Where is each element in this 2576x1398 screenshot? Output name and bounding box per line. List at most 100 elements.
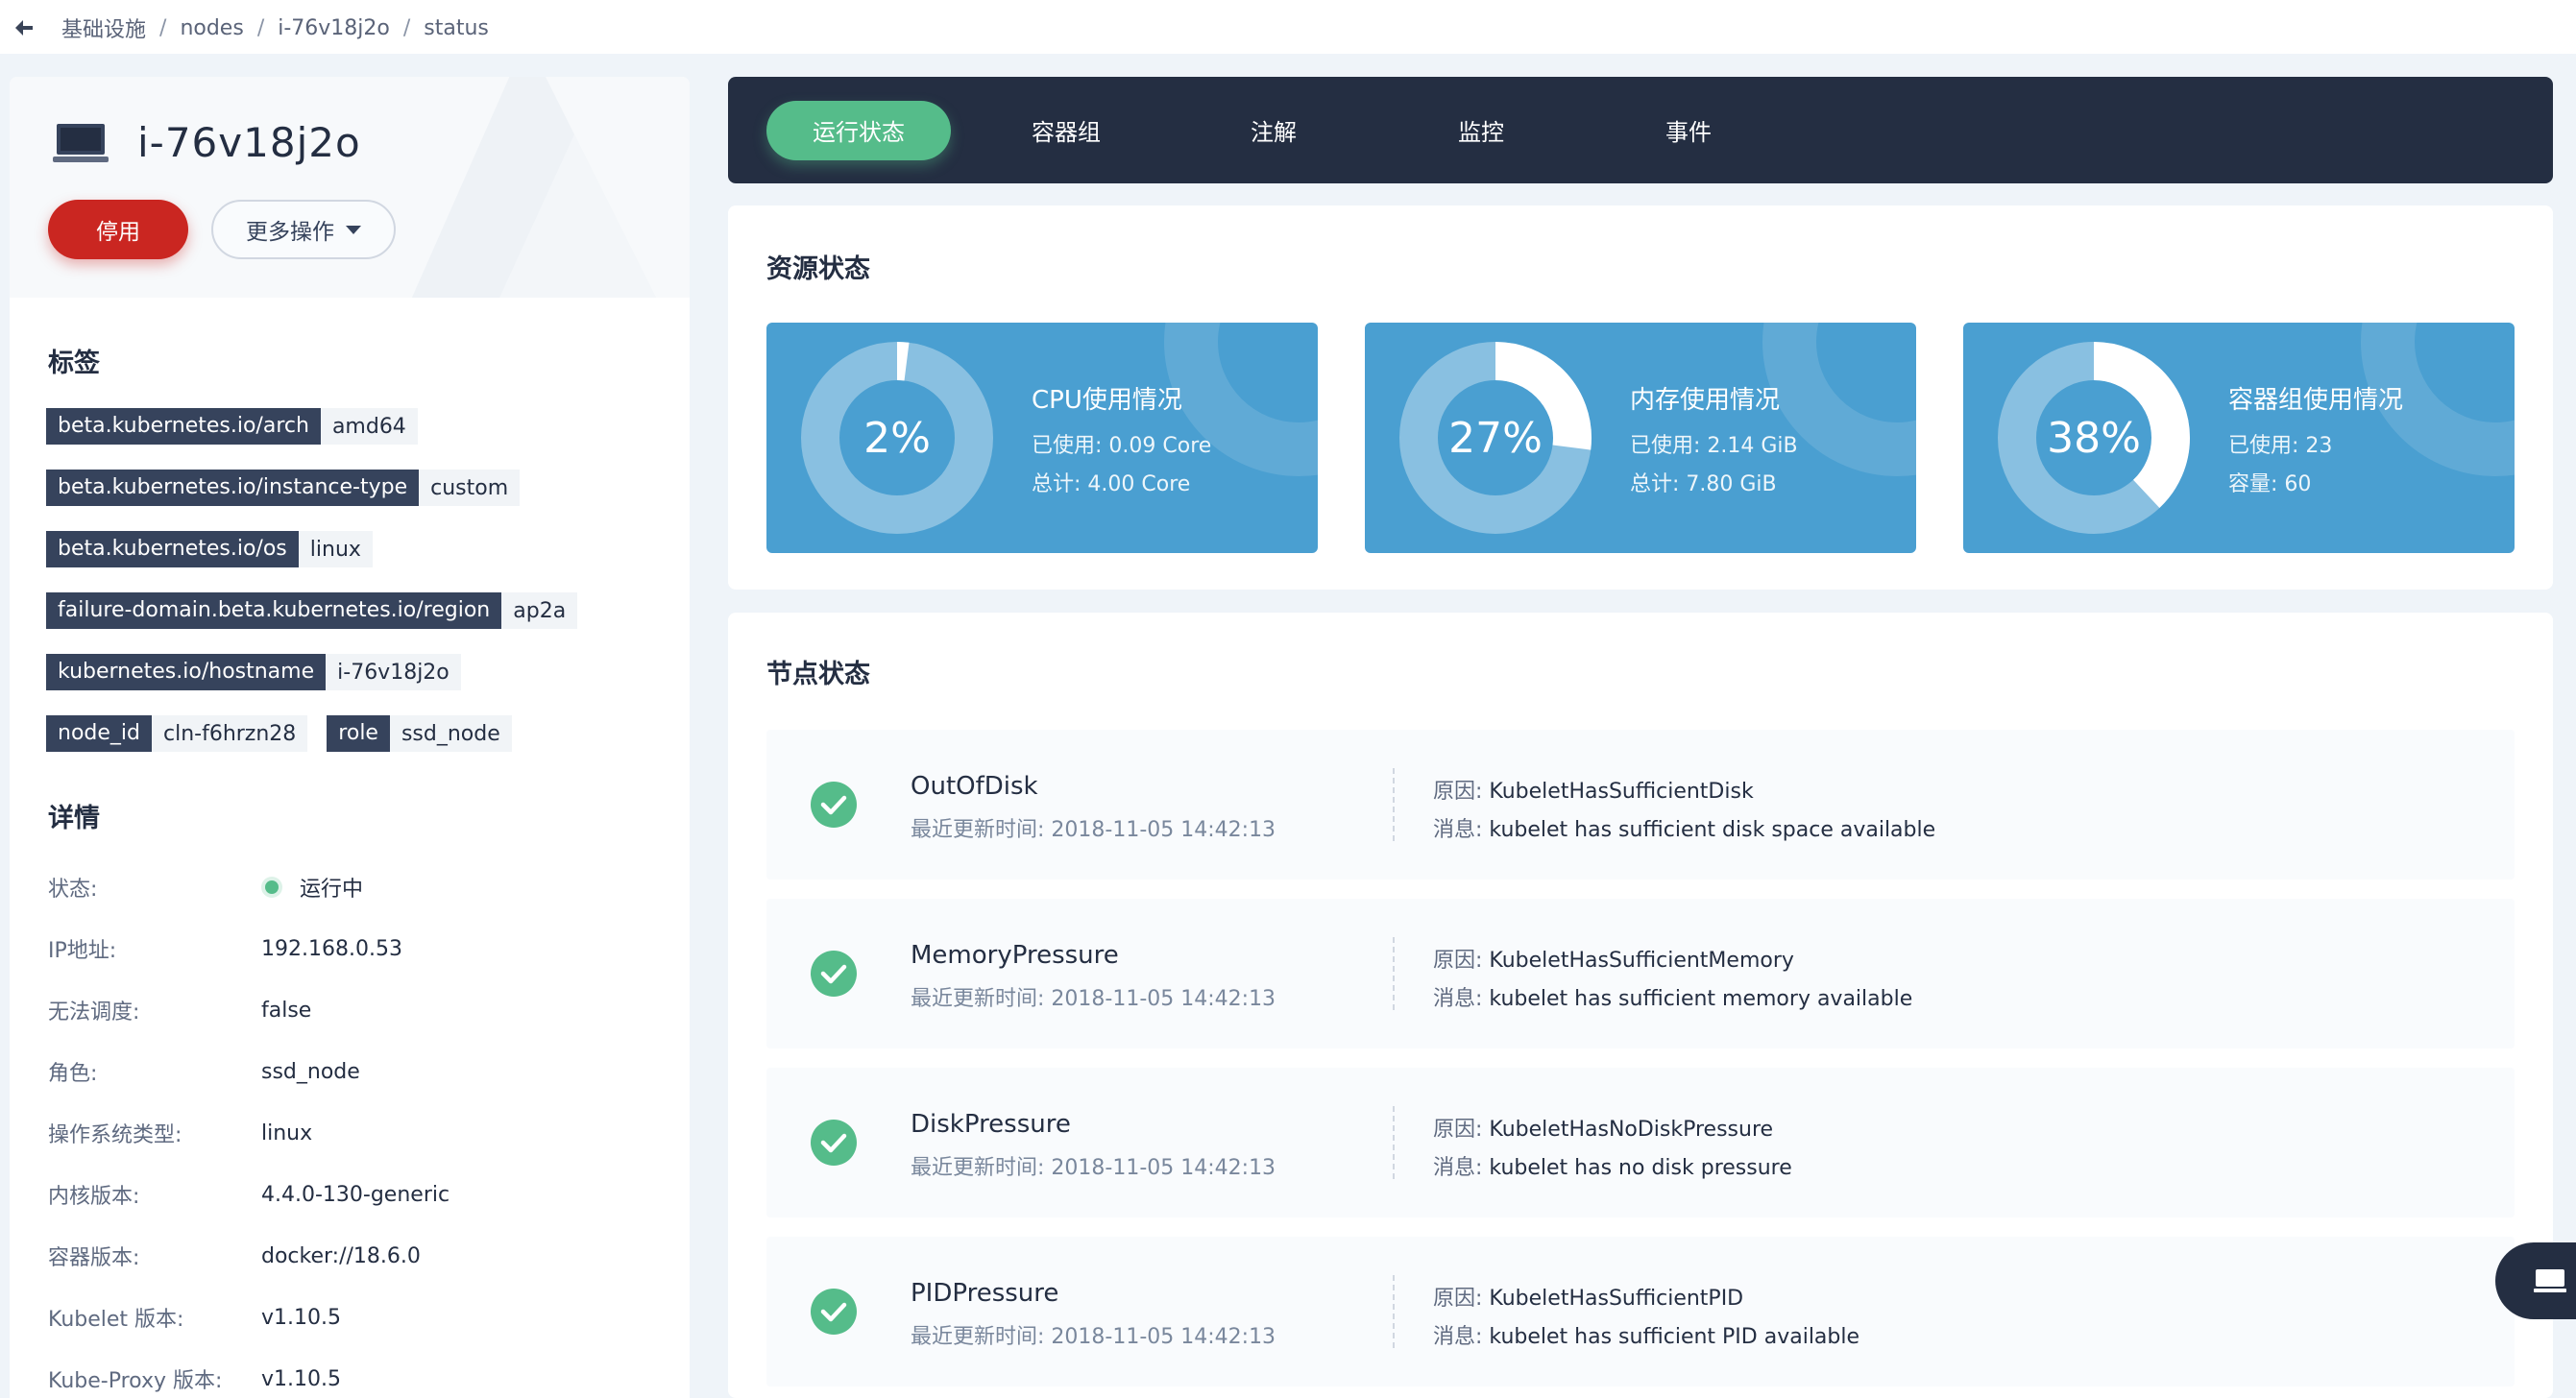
detail-label: 操作系统类型: xyxy=(48,1123,182,1147)
cpu-usage-title: CPU使用情况 xyxy=(1032,386,1182,415)
detail-row-role: 角色: ssd_node xyxy=(48,1041,663,1102)
condition-updated-time: 最近更新时间: 2018-11-05 14:42:13 xyxy=(911,818,1276,842)
details-section-title: 详情 xyxy=(48,804,100,833)
cpu-usage-box: 2% CPU使用情况 已使用: 0.09 Core 总计: 4.00 Core xyxy=(766,323,1318,553)
label-key: kubernetes.io/hostname xyxy=(46,654,327,690)
condition-item-pidpressure: PIDPressure 最近更新时间: 2018-11-05 14:42:13 … xyxy=(766,1237,2515,1386)
label-key: failure-domain.beta.kubernetes.io/region xyxy=(46,592,502,629)
breadcrumb-item-node[interactable]: i-76v18j2o xyxy=(278,16,390,40)
kubectl-terminal-button[interactable] xyxy=(2495,1242,2576,1319)
detail-value: v1.10.5 xyxy=(261,1366,341,1391)
cpu-used: 已使用: 0.09 Core xyxy=(1032,434,1212,458)
breadcrumb-item-infrastructure[interactable]: 基础设施 xyxy=(61,12,146,43)
message-text: kubelet has sufficient disk space availa… xyxy=(1489,818,1936,842)
message-prefix: 消息: xyxy=(1433,1156,1490,1180)
tab-events[interactable]: 事件 xyxy=(1596,101,1781,160)
detail-label: 角色: xyxy=(48,1062,98,1086)
detail-label: 内核版本: xyxy=(48,1185,140,1209)
detail-value: v1.10.5 xyxy=(261,1305,341,1330)
condition-item-outofdisk: OutOfDisk 最近更新时间: 2018-11-05 14:42:13 原因… xyxy=(766,730,2515,880)
condition-message: 消息: kubelet has sufficient PID available xyxy=(1433,1319,1859,1350)
detail-value: 运行中 xyxy=(261,872,363,903)
breadcrumb: 基础设施 / nodes / i-76v18j2o / status xyxy=(12,13,489,42)
pods-usage-box: 38% 容器组使用情况 已使用: 23 容量: 60 xyxy=(1963,323,2515,553)
resource-status-title: 资源状态 xyxy=(766,254,870,284)
reason-prefix: 原因: xyxy=(1433,780,1490,804)
message-prefix: 消息: xyxy=(1433,987,1490,1011)
detail-row-status: 状态: 运行中 xyxy=(48,856,663,918)
detail-value: ssd_node xyxy=(261,1059,360,1084)
detail-row-kube-proxy: Kube-Proxy 版本: v1.10.5 xyxy=(48,1348,663,1398)
label-tag: beta.kubernetes.io/os linux xyxy=(46,531,373,567)
condition-reason: 原因: KubeletHasSufficientDisk xyxy=(1433,774,1754,805)
check-circle-icon xyxy=(811,782,857,828)
message-text: kubelet has sufficient PID available xyxy=(1489,1325,1860,1349)
details-list: 状态: 运行中 IP地址: 192.168.0.53 无法调度: false 角色: s… xyxy=(48,856,663,1398)
memory-used: 已使用: 2.14 GiB xyxy=(1630,434,1798,458)
status-text: 运行中 xyxy=(300,878,364,902)
memory-total: 总计: 7.80 GiB xyxy=(1630,472,1777,496)
check-circle-icon xyxy=(811,951,857,997)
more-actions-button[interactable]: 更多操作 xyxy=(211,200,396,259)
detail-value: linux xyxy=(261,1121,313,1145)
detail-label: IP地址: xyxy=(48,939,117,963)
label-value: ap2a xyxy=(513,598,567,623)
node-detail-panel: i-76v18j2o 停用 更多操作 标签 beta.kubernetes.io… xyxy=(10,77,690,1398)
condition-reason: 原因: KubeletHasSufficientMemory xyxy=(1433,943,1794,974)
tab-annotations[interactable]: 注解 xyxy=(1181,101,1366,160)
tab-pods[interactable]: 容器组 xyxy=(974,101,1158,160)
pods-usage-percent: 38% xyxy=(2047,413,2141,463)
detail-label: 状态: xyxy=(48,878,98,902)
condition-updated-time: 最近更新时间: 2018-11-05 14:42:13 xyxy=(911,1325,1276,1349)
stop-button[interactable]: 停用 xyxy=(48,200,188,259)
kubectl-terminal-icon xyxy=(2534,1269,2566,1292)
pods-used: 已使用: 23 xyxy=(2228,434,2333,458)
label-value: amd64 xyxy=(331,414,406,439)
computer-icon xyxy=(53,123,109,162)
detail-value: 4.4.0-130-generic xyxy=(261,1182,450,1207)
reason-prefix: 原因: xyxy=(1433,1287,1490,1311)
detail-value: docker://18.6.0 xyxy=(261,1243,421,1268)
condition-name: MemoryPressure xyxy=(911,941,1119,970)
memory-usage-box: 27% 内存使用情况 已使用: 2.14 GiB 总计: 7.80 GiB xyxy=(1365,323,1916,553)
node-header: i-76v18j2o 停用 更多操作 xyxy=(10,77,690,298)
tab-monitoring[interactable]: 监控 xyxy=(1389,101,1573,160)
message-prefix: 消息: xyxy=(1433,1325,1490,1349)
label-value: cln-f6hrzn28 xyxy=(162,721,297,746)
label-value: ssd_node xyxy=(401,721,500,746)
cpu-total: 总计: 4.00 Core xyxy=(1032,472,1191,496)
condition-message: 消息: kubelet has no disk pressure xyxy=(1433,1150,1792,1181)
node-actions: 停用 更多操作 xyxy=(48,200,396,259)
detail-row-os: 操作系统类型: linux xyxy=(48,1102,663,1164)
condition-message: 消息: kubelet has sufficient disk space av… xyxy=(1433,812,1935,843)
condition-updated-time: 最近更新时间: 2018-11-05 14:42:13 xyxy=(911,987,1276,1011)
back-arrow-icon[interactable] xyxy=(12,13,40,42)
breadcrumb-separator: / xyxy=(159,15,167,40)
condition-updated-time: 最近更新时间: 2018-11-05 14:42:13 xyxy=(911,1156,1276,1180)
breadcrumb-item-nodes[interactable]: nodes xyxy=(180,16,243,40)
message-text: kubelet has no disk pressure xyxy=(1489,1156,1792,1180)
node-title: i-76v18j2o xyxy=(53,119,361,166)
more-actions-label: 更多操作 xyxy=(246,220,334,245)
message-text: kubelet has sufficient memory available xyxy=(1489,987,1913,1011)
node-status-card: 节点状态 OutOfDisk 最近更新时间: 2018-11-05 14:42:… xyxy=(728,613,2553,1398)
label-tag: beta.kubernetes.io/instance-type custom xyxy=(46,470,521,506)
labels-list: beta.kubernetes.io/arch amd64 beta.kubern… xyxy=(46,396,670,764)
detail-tabs: 运行状态 容器组 注解 监控 事件 xyxy=(728,77,2553,183)
breadcrumb-separator: / xyxy=(402,15,411,40)
tab-running-status[interactable]: 运行状态 xyxy=(766,100,951,160)
condition-name: PIDPressure xyxy=(911,1279,1059,1308)
divider xyxy=(1393,1275,1395,1348)
condition-name: DiskPressure xyxy=(911,1110,1071,1139)
detail-label: Kube-Proxy 版本: xyxy=(48,1369,223,1393)
divider xyxy=(1393,768,1395,841)
detail-row-ip: IP地址: 192.168.0.53 xyxy=(48,918,663,979)
detail-label: Kubelet 版本: xyxy=(48,1308,184,1332)
detail-row-unschedulable: 无法调度: false xyxy=(48,979,663,1041)
condition-reason: 原因: KubeletHasSufficientPID xyxy=(1433,1281,1743,1312)
detail-row-kubelet: Kubelet 版本: v1.10.5 xyxy=(48,1287,663,1348)
reason-text: KubeletHasSufficientMemory xyxy=(1489,949,1794,973)
reason-text: KubeletHasSufficientDisk xyxy=(1489,780,1754,804)
detail-label: 无法调度: xyxy=(48,1000,140,1024)
message-prefix: 消息: xyxy=(1433,818,1490,842)
